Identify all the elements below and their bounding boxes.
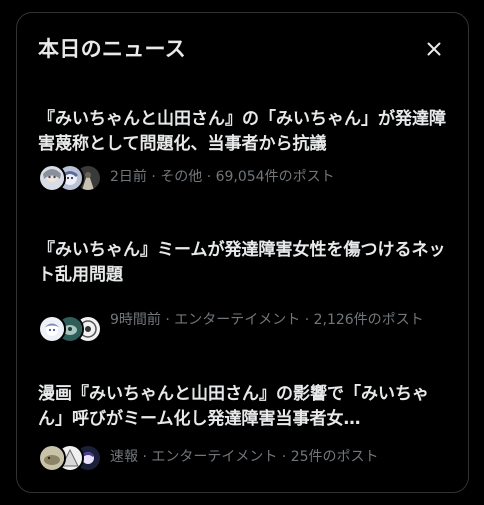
news-item[interactable]: 漫画『みいちゃんと山田さん』の影響で「みいちゃん」呼びがミーム化し発達障害当事者… <box>17 382 468 482</box>
news-meta-text: 2日前 · その他 · 69,054件のポスト <box>110 169 335 185</box>
news-title: 漫画『みいちゃんと山田さん』の影響で「みいちゃん」呼びがミーム化し発達障害当事者… <box>38 384 429 429</box>
avatar-group <box>38 164 102 192</box>
avatar-group <box>38 444 102 472</box>
news-title: 『みいちゃん』ミームが発達障害女性を傷つけるネット乱用問題 <box>38 240 446 285</box>
avatar-group <box>38 315 102 343</box>
news-meta: 9時間前 · エンターテイメント · 2,126件のポスト <box>38 307 452 351</box>
panel-title: 本日のニュース <box>38 37 187 61</box>
anime-avatar-icon <box>38 164 66 192</box>
close-button[interactable] <box>422 37 446 61</box>
news-title: 『みいちゃんと山田さん』の「みいちゃん」が発達障害蔑称として問題化、当事者から抗… <box>38 109 446 154</box>
news-meta: 速報 · エンターテイメント · 25件のポスト <box>38 444 452 472</box>
news-item[interactable]: 『みいちゃんと山田さん』の「みいちゃん」が発達障害蔑称として問題化、当事者から抗… <box>17 107 468 207</box>
panel-header: 本日のニュース <box>17 13 468 89</box>
news-meta-text: 速報 · エンターテイメント · 25件のポスト <box>110 449 379 465</box>
news-item[interactable]: 『みいちゃん』ミームが発達障害女性を傷つけるネット乱用問題 9時間前 · エンタ… <box>17 238 468 358</box>
news-panel: 本日のニュース 『みいちゃんと山田さん』の「みいちゃん」が発達障害蔑称として問題… <box>16 12 469 493</box>
news-meta: 2日前 · その他 · 69,054件のポスト <box>38 164 452 192</box>
anime-avatar-icon <box>38 315 66 343</box>
close-icon <box>427 42 441 56</box>
news-meta-text: 9時間前 · エンターテイメント · 2,126件のポスト <box>110 312 424 328</box>
anime-avatar-icon <box>38 444 66 472</box>
